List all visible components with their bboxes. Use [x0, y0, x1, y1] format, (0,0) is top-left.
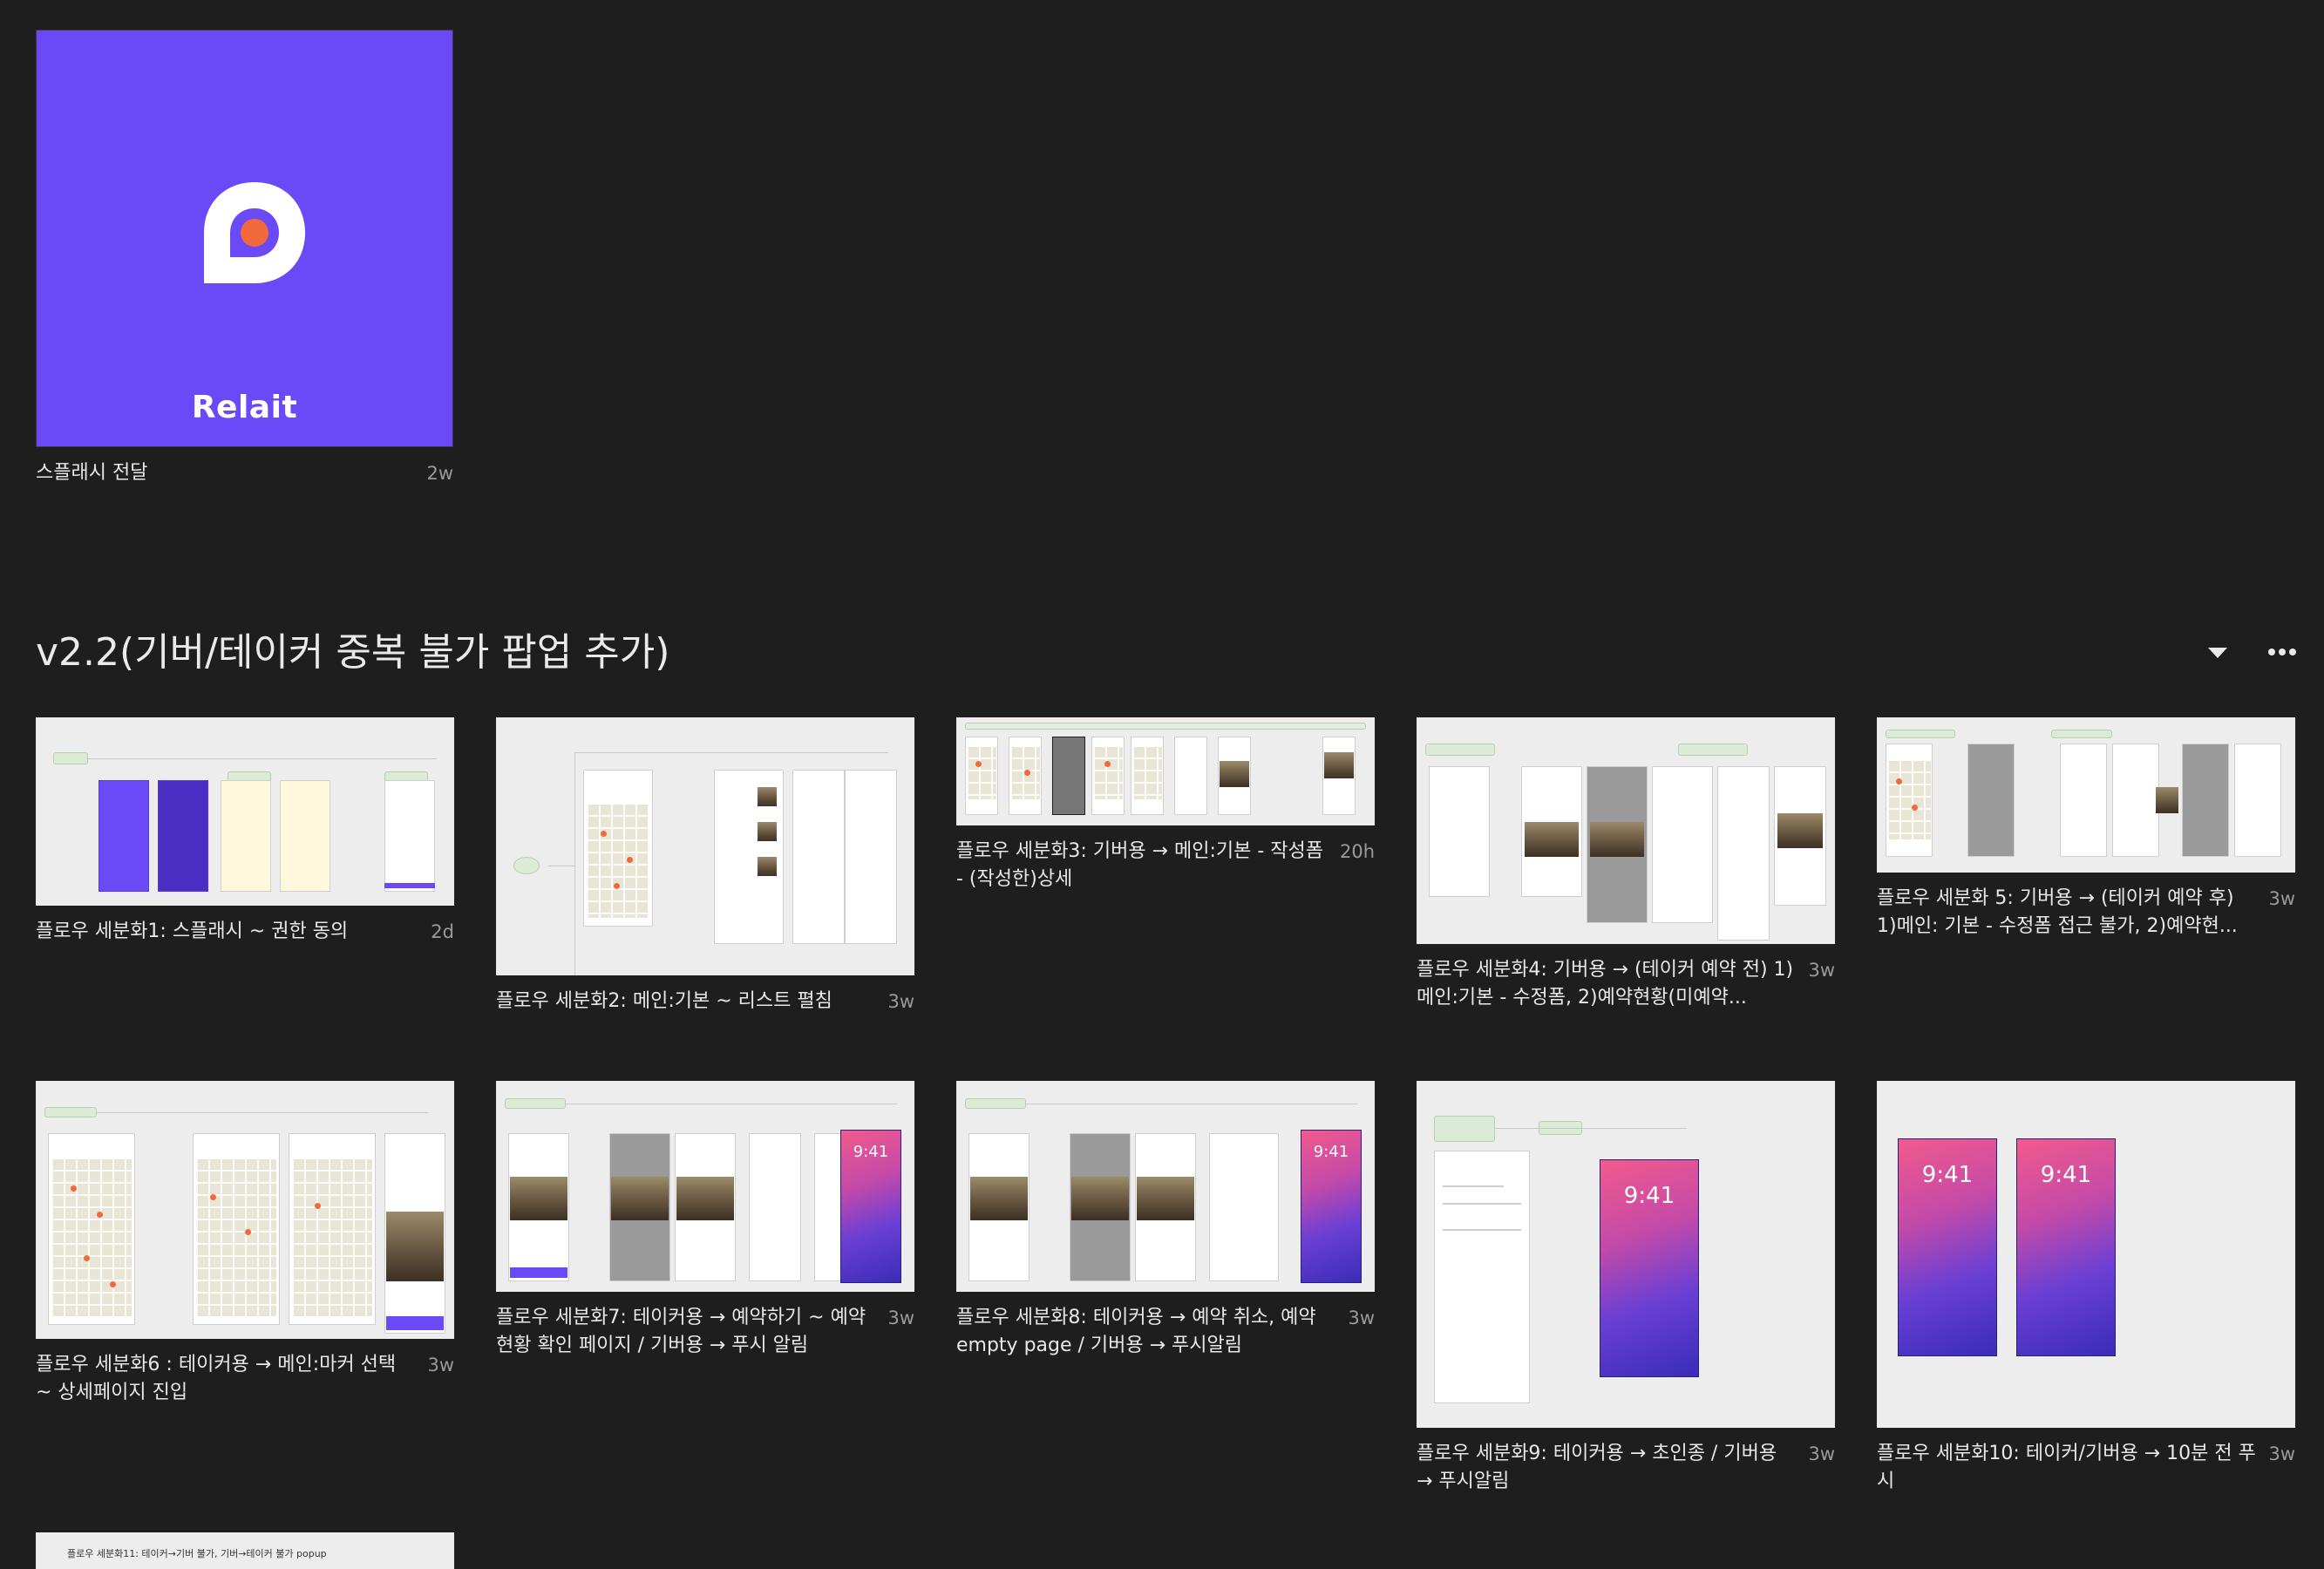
flow-card-7[interactable]: 9:41 플로우 세분화7: 테이커용 → 예약하기 ~ 예약현황 확인 페이지…	[496, 1081, 914, 1360]
file-modified-time: 3w	[2268, 888, 2295, 909]
more-icon[interactable]	[2266, 636, 2298, 668]
file-browser: Relait 스플래시 전달 2w v2.2(기버/테이커 중복 불가 팝업 추…	[0, 0, 2324, 1569]
flow-thumbnail[interactable]: ​	[36, 717, 454, 906]
flow-thumbnail[interactable]: 9:41	[956, 1081, 1375, 1292]
section-actions	[2202, 636, 2298, 668]
flow-card-11[interactable]: 플로우 세분화11: 테이커→기버 불가, 기버→테이커 불가 popup	[36, 1532, 454, 1569]
flow-card-4[interactable]: 플로우 세분화4: 기버용 → (테이커 예약 전) 1)메인:기본 - 수정폼…	[1417, 717, 1835, 1012]
file-title: 스플래시 전달	[36, 462, 148, 484]
file-modified-time: 3w	[427, 1355, 454, 1375]
flow-card-2[interactable]: 플로우 세분화2: 메인:기본 ~ 리스트 펼침 3w	[496, 717, 914, 1015]
flow-card-10[interactable]: 9:41 9:41 플로우 세분화10: 테이커/기버용 → 10분 전 푸시 …	[1877, 1081, 2295, 1496]
file-modified-time: 2w	[426, 463, 453, 484]
file-modified-time: 3w	[1348, 1308, 1375, 1328]
file-modified-time: 3w	[887, 1308, 914, 1328]
file-modified-time: 20h	[1339, 841, 1375, 862]
chevron-down-icon[interactable]	[2202, 636, 2233, 668]
flow-thumbnail[interactable]: 9:41	[1417, 1081, 1835, 1428]
file-title: 플로우 세분화1: 스플래시 ~ 권한 동의	[36, 920, 349, 942]
file-modified-time: 2d	[431, 921, 454, 942]
splash-file-card[interactable]: Relait 스플래시 전달 2w	[36, 30, 453, 487]
flow-thumbnail[interactable]	[1877, 717, 2295, 873]
flow-card-6[interactable]: 플로우 세분화6 : 테이커용 → 메인:마커 선택 ~ 상세페이지 진입 3w	[36, 1081, 454, 1407]
flow-card-5[interactable]: 플로우 세분화 5: 기버용 → (테이커 예약 후) 1)메인: 기본 - 수…	[1877, 717, 2295, 941]
file-title: 플로우 세분화8: 테이커용 → 예약 취소, 예약 empty page / …	[956, 1307, 1316, 1356]
file-modified-time: 3w	[1808, 1443, 1835, 1464]
flow-thumbnail[interactable]	[956, 717, 1375, 825]
brand-wordmark: Relait	[191, 390, 298, 425]
flow-thumbnail[interactable]	[36, 1081, 454, 1339]
flow-thumbnail[interactable]: 9:41 9:41	[1877, 1081, 2295, 1428]
file-title: 플로우 세분화6 : 테이커용 → 메인:마커 선택 ~ 상세페이지 진입	[36, 1354, 397, 1403]
flow-card-3[interactable]: 플로우 세분화3: 기버용 → 메인:기본 - 작성폼 - (작성한)상세 20…	[956, 717, 1375, 893]
file-title: 플로우 세분화7: 테이커용 → 예약하기 ~ 예약현황 확인 페이지 / 기버…	[496, 1307, 866, 1356]
file-modified-time: 3w	[2268, 1443, 2295, 1464]
flow-card-8[interactable]: 9:41 플로우 세분화8: 테이커용 → 예약 취소, 예약 empty pa…	[956, 1081, 1375, 1360]
file-title: 플로우 세분화2: 메인:기본 ~ 리스트 펼침	[496, 990, 832, 1012]
file-title: 플로우 세분화10: 테이커/기버용 → 10분 전 푸시	[1877, 1443, 2256, 1492]
file-title: 플로우 세분화 5: 기버용 → (테이커 예약 후) 1)메인: 기본 - 수…	[1877, 887, 2238, 937]
splash-thumbnail[interactable]: Relait	[36, 30, 453, 447]
flow-card-9[interactable]: 9:41 플로우 세분화9: 테이커용 → 초인종 / 기버용 → 푸시알림 3…	[1417, 1081, 1835, 1496]
relait-logo-icon	[204, 182, 305, 283]
file-title: 플로우 세분화9: 테이커용 → 초인종 / 기버용 → 푸시알림	[1417, 1443, 1777, 1492]
section-title[interactable]: v2.2(기버/테이커 중복 불가 팝업 추가)	[36, 621, 669, 676]
file-modified-time: 3w	[1808, 960, 1835, 981]
flow-card-1[interactable]: ​ 플로우 세분화1: 스플래시 ~ 권한 동의 2d	[36, 717, 454, 946]
flow-thumbnail[interactable]: 9:41	[496, 1081, 914, 1292]
flow-thumbnail[interactable]: 플로우 세분화11: 테이커→기버 불가, 기버→테이커 불가 popup	[36, 1532, 454, 1569]
file-modified-time: 3w	[887, 991, 914, 1012]
file-title: 플로우 세분화3: 기버용 → 메인:기본 - 작성폼 - (작성한)상세	[956, 840, 1323, 890]
flow-thumbnail[interactable]	[496, 717, 914, 975]
flow-thumbnail[interactable]	[1417, 717, 1835, 944]
file-title: 플로우 세분화4: 기버용 → (테이커 예약 전) 1)메인:기본 - 수정폼…	[1417, 959, 1794, 1009]
